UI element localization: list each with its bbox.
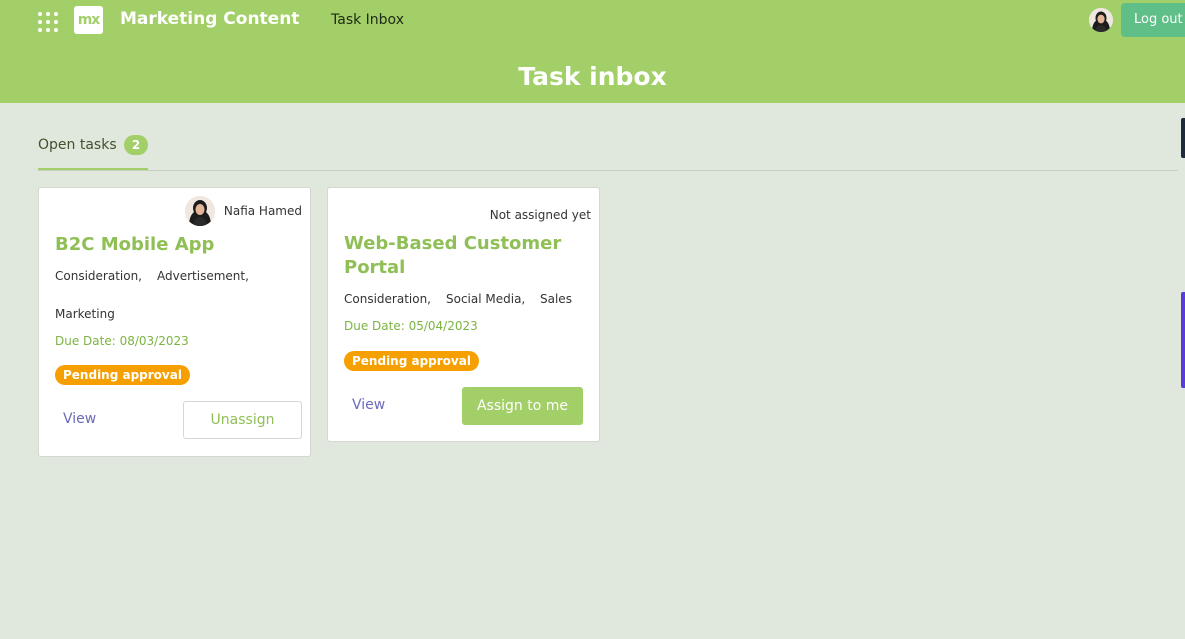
tag-label: Marketing (55, 307, 115, 321)
user-avatar[interactable] (1089, 8, 1113, 32)
view-task-link[interactable]: View (63, 409, 96, 429)
tab-open-tasks-label: Open tasks (38, 137, 117, 153)
logout-button[interactable]: Log out (1121, 3, 1185, 37)
due-date: Due Date: 05/04/2023 (344, 319, 478, 333)
tag-label: Consideration, (344, 292, 431, 306)
task-title: Web-Based Customer Portal (344, 233, 562, 278)
side-panel-handle[interactable] (1181, 118, 1185, 158)
tag-label: Advertisement, (157, 269, 249, 283)
task-title: B2C Mobile App (55, 234, 215, 255)
assignee-name: Nafia Hamed (223, 204, 302, 218)
app-title: Marketing Content (120, 9, 300, 29)
tag-label: Social Media, (446, 292, 526, 306)
tab-divider (38, 170, 1178, 171)
tag-label: Sales (540, 292, 572, 306)
top-navigation-bar: mx Marketing Content Task Inbox Log out … (0, 0, 1185, 103)
open-tasks-count-badge: 2 (124, 135, 148, 155)
task-card: Not assigned yet Web-Based Customer Port… (327, 187, 600, 442)
assign-to-me-button[interactable]: Assign to me (462, 387, 583, 425)
mendix-logo: mx (74, 6, 103, 34)
status-badge: Pending approval (344, 351, 479, 371)
status-badge: Pending approval (55, 365, 190, 385)
side-feedback-tab[interactable] (1181, 292, 1185, 388)
due-date: Due Date: 08/03/2023 (55, 334, 189, 348)
assignee-avatar (185, 196, 215, 226)
tab-open-tasks[interactable]: Open tasks 2 (38, 133, 148, 171)
assignee-name: Not assigned yet (489, 208, 591, 222)
nav-task-inbox-link[interactable]: Task Inbox (331, 10, 404, 30)
task-card: Nafia Hamed B2C Mobile App Consideration… (38, 187, 311, 457)
unassign-button[interactable]: Unassign (183, 401, 302, 439)
page-title: Task inbox (518, 62, 667, 91)
tag-label: Consideration, (55, 269, 142, 283)
view-task-link[interactable]: View (352, 395, 385, 415)
app-switcher-icon[interactable] (38, 12, 58, 32)
